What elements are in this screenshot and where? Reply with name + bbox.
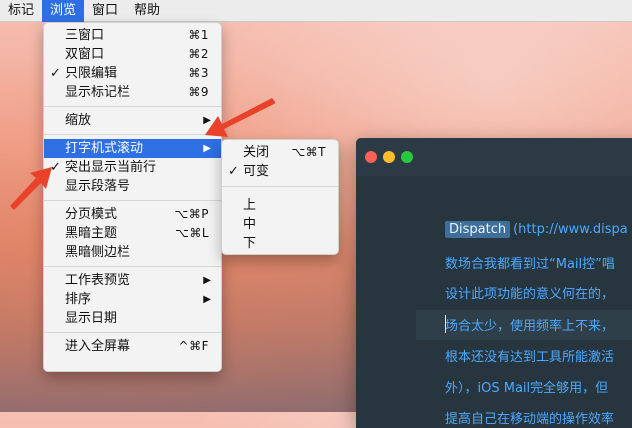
menu-item-sheet-preview[interactable]: 工作表预览 ▶ [44, 271, 221, 290]
editor-line: 数场合我都看到过“Mail控”唱 [445, 257, 615, 272]
submenu-arrow-icon: ▶ [203, 294, 211, 305]
editor-line: Dispatch (http://www.dispa [445, 221, 628, 238]
menu-separator [44, 106, 221, 107]
submenu-item-top[interactable]: 上 [222, 196, 338, 215]
menu-item-show-marker-bar[interactable]: 显示标记栏 ⌘9 [44, 83, 221, 102]
menu-separator [222, 186, 338, 187]
text-caret [445, 315, 446, 333]
menu-item-zoom[interactable]: 缩放 ▶ [44, 111, 221, 130]
menu-separator [44, 332, 221, 333]
submenu-item-bottom[interactable]: 下 [222, 234, 338, 253]
menu-item-page-mode[interactable]: 分页模式 ⌥⌘P [44, 205, 221, 224]
shortcut-label: ⌘2 [188, 47, 209, 61]
editor-line: 根本还没有达到工具所能激活 [445, 350, 615, 365]
menu-window[interactable]: 窗口 [84, 0, 126, 22]
menu-item-highlight-current-line[interactable]: ✓ 突出显示当前行 [44, 158, 221, 177]
window-titlebar [356, 138, 632, 176]
submenu-item-variable[interactable]: ✓ 可变 [222, 162, 338, 181]
shortcut-label: ⌥⌘L [174, 226, 209, 240]
submenu-arrow-icon: ▶ [203, 275, 211, 286]
submenu-item-off[interactable]: 关闭 ⌥⌘T [222, 143, 338, 162]
menu-item-typewriter-scrolling[interactable]: 打字机式滚动 ▶ [44, 139, 221, 158]
shortcut-label: ⌥⌘T [291, 145, 326, 159]
editor-window: Dispatch (http://www.dispa 数场合我都看到过“Mail控… [356, 138, 632, 428]
menu-item-three-panes[interactable]: 三窗口 ⌘1 [44, 26, 221, 45]
menu-mark[interactable]: 标记 [0, 0, 42, 22]
editor-line: 外），iOS Mail完全够用，但 [445, 381, 609, 396]
editor-line: 场合太少，使用频率上不来， [445, 319, 615, 334]
menu-bar: 标记 浏览 窗口 帮助 [0, 0, 632, 22]
annotation-arrow-icon [10, 167, 52, 210]
menu-item-enter-fullscreen[interactable]: 进入全屏幕 ^⌘F [44, 337, 221, 356]
shortcut-label: ⌥⌘P [174, 207, 209, 221]
editor-line: 设计此项功能的意义何在的， [445, 287, 615, 302]
shortcut-label: ⌘1 [188, 28, 209, 42]
menu-help[interactable]: 帮助 [126, 0, 168, 22]
menu-item-show-date[interactable]: 显示日期 [44, 309, 221, 328]
editor-text-area[interactable]: Dispatch (http://www.dispa 数场合我都看到过“Mail控… [356, 176, 632, 428]
zoom-button[interactable] [401, 151, 413, 163]
submenu-item-middle[interactable]: 中 [222, 215, 338, 234]
menu-item-dark-theme[interactable]: 黑暗主题 ⌥⌘L [44, 224, 221, 243]
view-menu-dropdown: 三窗口 ⌘1 双窗口 ⌘2 ✓ 只限编辑 ⌘3 显示标记栏 ⌘9 缩放 ▶ 打字… [43, 22, 222, 372]
typewriter-submenu: 关闭 ⌥⌘T ✓ 可变 上 中 下 [221, 139, 339, 255]
menu-separator [44, 134, 221, 135]
editor-line: 提高自己在移动端的操作效率 [445, 412, 615, 427]
menu-item-show-paragraph-numbers[interactable]: 显示段落号 [44, 177, 221, 196]
shortcut-label: ⌘3 [188, 66, 209, 80]
close-button[interactable] [365, 151, 377, 163]
checkmark-icon: ✓ [228, 164, 239, 179]
menu-item-editor-only[interactable]: ✓ 只限编辑 ⌘3 [44, 64, 221, 83]
menu-item-two-panes[interactable]: 双窗口 ⌘2 [44, 45, 221, 64]
menu-separator [44, 200, 221, 201]
annotation-arrow-icon [205, 98, 275, 137]
menu-separator [44, 266, 221, 267]
menu-item-dark-sidebar[interactable]: 黑暗侧边栏 [44, 243, 221, 262]
menu-item-sort[interactable]: 排序 ▶ [44, 290, 221, 309]
checkmark-icon: ✓ [50, 66, 61, 81]
shortcut-label: ^⌘F [178, 339, 209, 353]
dispatch-tag: Dispatch [445, 221, 511, 238]
minimize-button[interactable] [383, 151, 395, 163]
menu-view[interactable]: 浏览 [42, 0, 85, 22]
